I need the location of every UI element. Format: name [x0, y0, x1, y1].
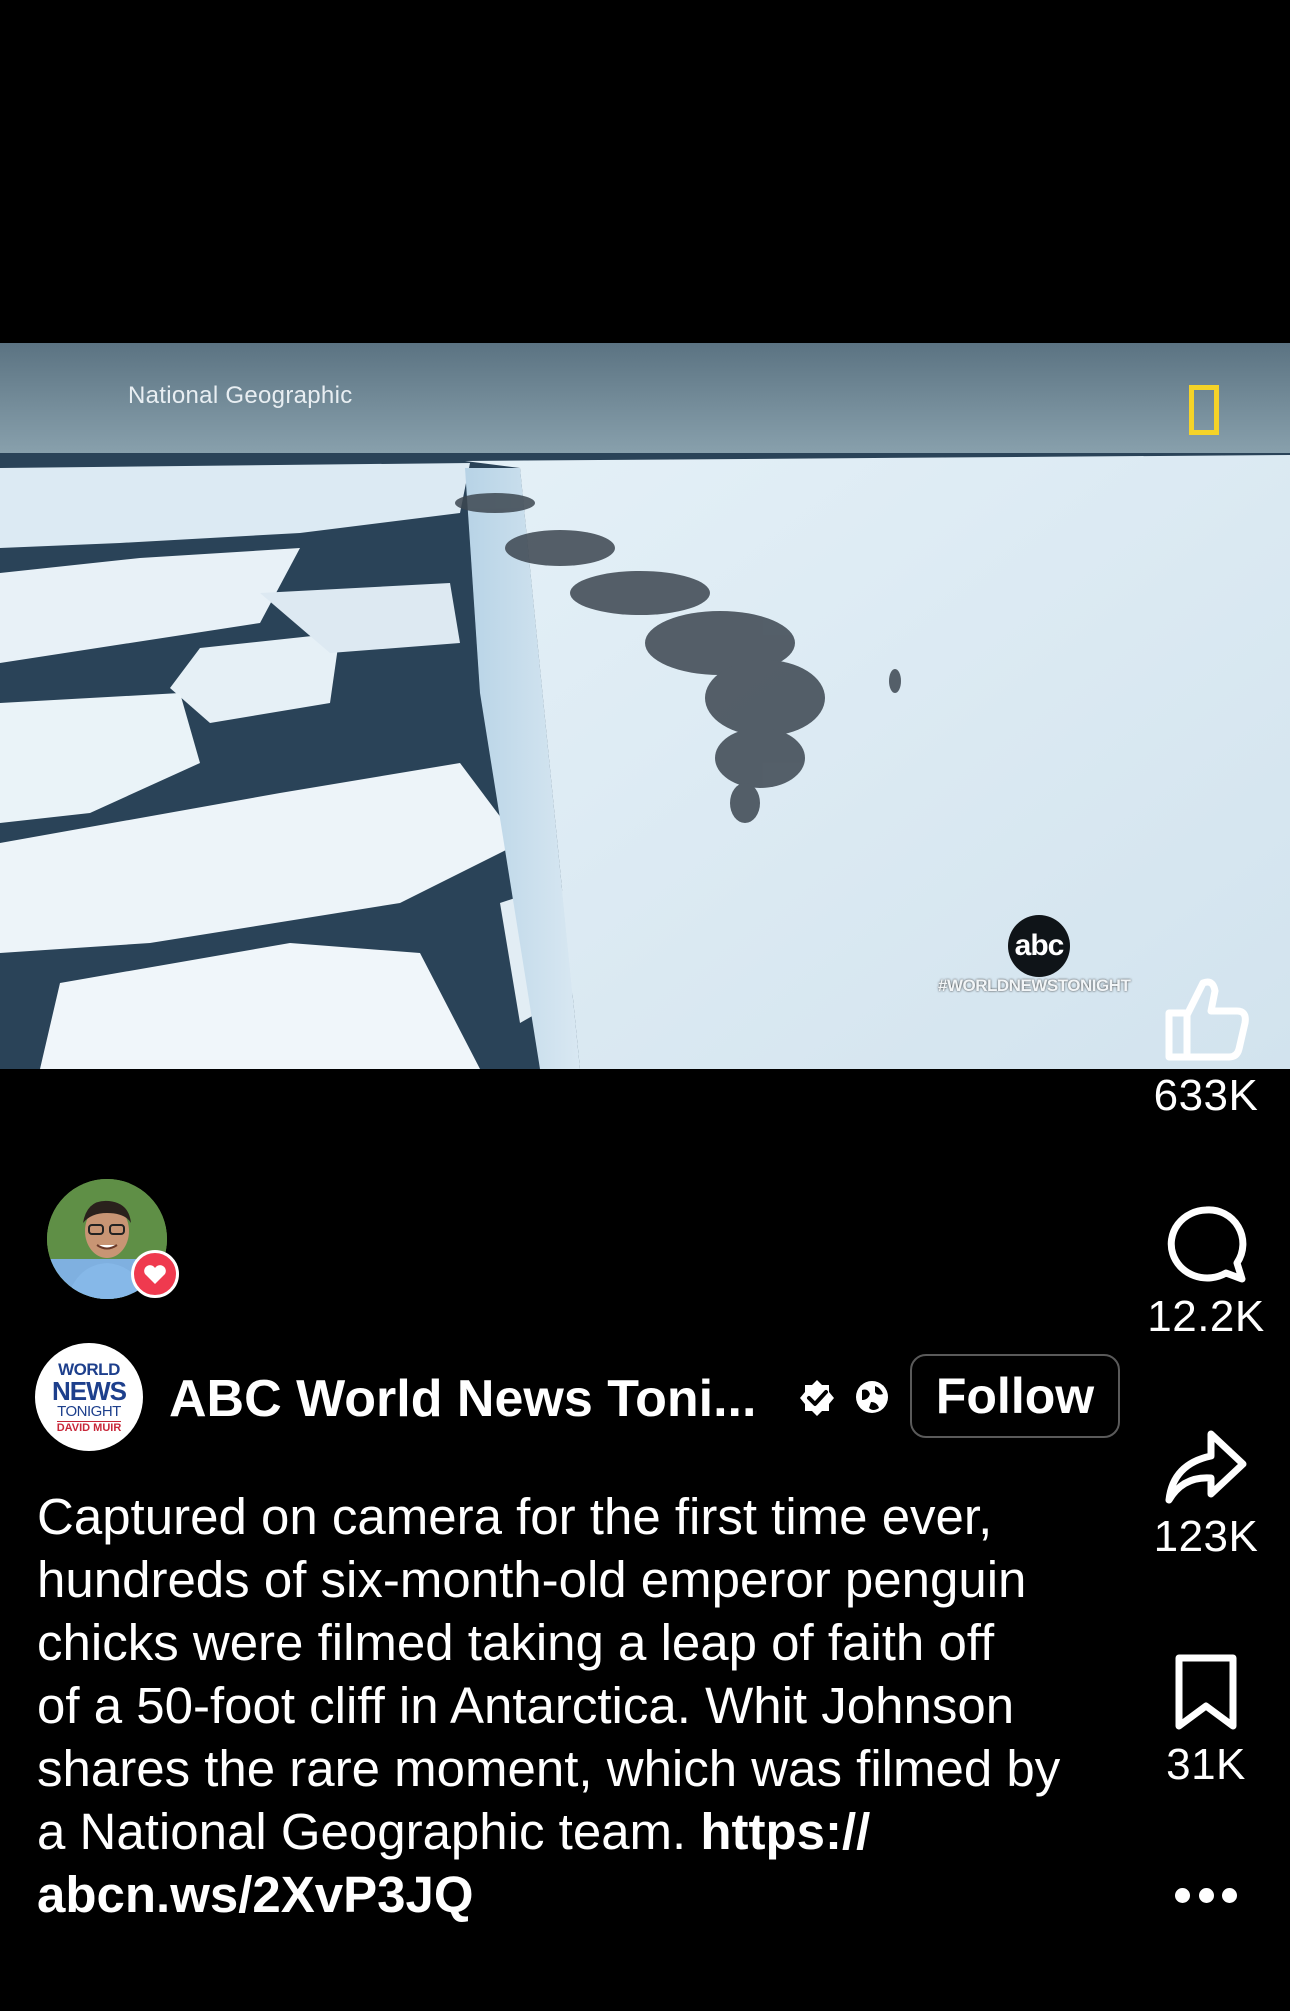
caption-line: chicks were filmed taking a leap of fait…	[37, 1614, 995, 1671]
logo-line-news: NEWS	[52, 1375, 127, 1406]
caption-line: of a 50-foot cliff in Antarctica. Whit J…	[37, 1677, 1015, 1734]
video-hashtag-watermark: #WORLDNEWSTONIGHT	[938, 976, 1131, 995]
globe-icon	[856, 1381, 888, 1413]
like-count: 633K	[1153, 1071, 1259, 1120]
caption-link[interactable]: https://	[700, 1803, 870, 1860]
account-logo[interactable]: WORLD NEWS TONIGHT DAVID MUIR	[35, 1343, 143, 1451]
abc-logo: abc	[1008, 915, 1070, 977]
caption-link[interactable]: abcn.ws/2XvP3JQ	[37, 1863, 1137, 1926]
save-action[interactable]: 31K	[1131, 1652, 1281, 1790]
like-action[interactable]: 633K	[1131, 975, 1281, 1121]
natgeo-logo	[1189, 385, 1219, 435]
heart-badge[interactable]	[131, 1250, 179, 1298]
logo-line-anchor: DAVID MUIR	[56, 1420, 122, 1434]
share-action[interactable]: 123K	[1131, 1428, 1281, 1562]
account-name[interactable]: ABC World News Toni...	[169, 1369, 756, 1429]
post-caption[interactable]: Captured on camera for the first time ev…	[37, 1485, 1137, 1926]
natgeo-watermark: National Geographic	[128, 382, 353, 409]
save-count: 31K	[1166, 1740, 1246, 1789]
caption-line: shares the rare moment, which was filmed…	[37, 1740, 1061, 1797]
video-frame	[0, 343, 1290, 1069]
comment-action[interactable]: 12.2K	[1131, 1204, 1281, 1342]
logo-line-world: WORLD	[58, 1359, 120, 1379]
follow-button[interactable]: Follow	[910, 1354, 1120, 1438]
heart-icon	[144, 1265, 166, 1284]
caption-line: Captured on camera for the first time ev…	[37, 1488, 993, 1545]
share-icon[interactable]	[1163, 1428, 1249, 1504]
caption-line: a National Geographic team. https://	[37, 1800, 1137, 1863]
caption-text: a National Geographic team.	[37, 1803, 701, 1860]
comment-count: 12.2K	[1147, 1292, 1265, 1341]
video-player[interactable]	[0, 343, 1290, 1069]
thumbs-up-icon[interactable]	[1161, 975, 1251, 1063]
caption-line: hundreds of six-month-old emperor pengui…	[37, 1551, 1027, 1608]
logo-line-tonight: TONIGHT	[57, 1402, 121, 1420]
more-icon[interactable]	[1175, 1880, 1237, 1910]
verified-icon	[800, 1380, 834, 1416]
share-count: 123K	[1153, 1512, 1259, 1561]
comment-icon[interactable]	[1164, 1204, 1248, 1284]
bookmark-icon[interactable]	[1171, 1652, 1241, 1732]
